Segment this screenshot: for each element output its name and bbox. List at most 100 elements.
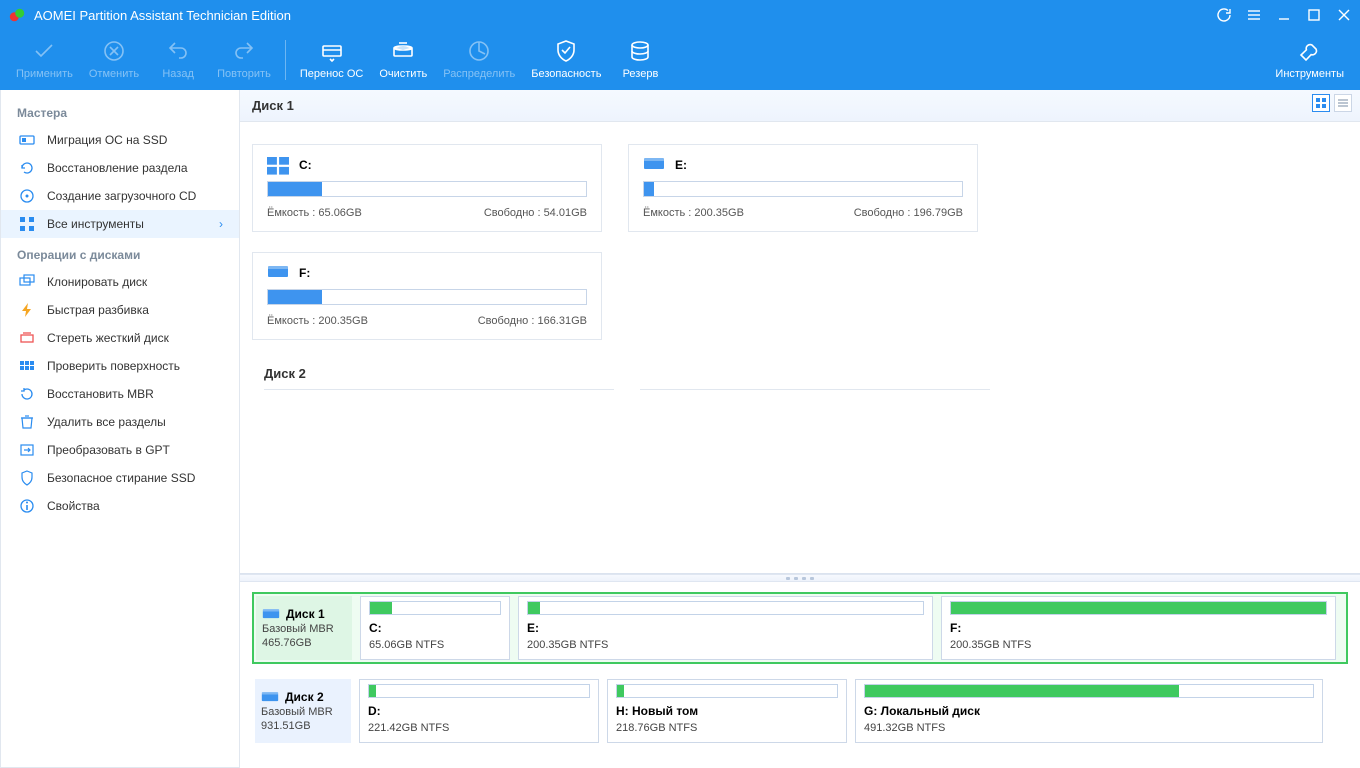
upper-pane: Диск 1 C: Ёмкость : 65.06GBСвободно : 54… <box>240 90 1360 574</box>
drive-icon <box>267 265 289 281</box>
redo-button[interactable]: Повторить <box>209 34 279 86</box>
partition-block[interactable]: E: 200.35GB NTFS <box>518 596 933 660</box>
titlebar: AOMEI Partition Assistant Technician Edi… <box>0 0 1360 30</box>
disk2-card-placeholder <box>640 389 990 391</box>
trash-icon <box>17 414 37 430</box>
disk-name: Диск 1 <box>286 607 325 621</box>
migrate-os-button[interactable]: Перенос ОС <box>292 34 372 86</box>
sidebar-item-migrate-ssd[interactable]: Миграция ОС на SSD <box>1 126 239 154</box>
disk-icon <box>261 691 279 703</box>
secure-erase-icon <box>17 470 37 486</box>
sidebar-item-wipe-disk[interactable]: Стереть жесткий диск <box>1 324 239 352</box>
security-button[interactable]: Безопасность <box>523 34 609 86</box>
sidebar-item-quick-partition[interactable]: Быстрая разбивка <box>1 296 239 324</box>
sidebar-item-rebuild-mbr[interactable]: Восстановить MBR <box>1 380 239 408</box>
toolbar-separator <box>285 40 286 80</box>
chevron-right-icon: › <box>219 217 223 231</box>
allocate-icon <box>466 38 492 64</box>
backup-button[interactable]: Резерв <box>609 34 671 86</box>
sidebar-item-all-tools[interactable]: Все инструменты › <box>1 210 239 238</box>
drive-letter: E: <box>675 158 687 172</box>
allocate-button[interactable]: Распределить <box>435 34 523 86</box>
splitter-handle[interactable] <box>240 574 1360 582</box>
sidebar-item-boot-cd[interactable]: Создание загрузочного CD <box>1 182 239 210</box>
convert-icon <box>17 442 37 458</box>
partition-usage-bar <box>527 601 924 615</box>
partition-label: G: Локальный диск <box>864 704 1314 718</box>
disk-size: 465.76GB <box>262 637 346 649</box>
partition-capacity: 200.35GB NTFS <box>950 639 1327 651</box>
sidebar-item-properties[interactable]: Свойства <box>1 492 239 520</box>
tile-view-toggle[interactable] <box>1312 94 1330 112</box>
wrench-icon <box>1297 38 1323 64</box>
close-icon[interactable] <box>1336 7 1352 23</box>
surface-icon <box>17 358 37 374</box>
maximize-icon[interactable] <box>1306 7 1322 23</box>
lightning-icon <box>17 302 37 318</box>
backup-icon <box>627 38 653 64</box>
wipe-icon <box>17 330 37 346</box>
partition-block[interactable]: D: 221.42GB NTFS <box>359 679 599 743</box>
menu-icon[interactable] <box>1246 7 1262 23</box>
disk-size: 931.51GB <box>261 720 345 732</box>
info-icon <box>17 498 37 514</box>
partition-capacity: 221.42GB NTFS <box>368 722 590 734</box>
partition-card[interactable]: F: Ёмкость : 200.35GB Свободно : 166.31GB <box>252 252 602 340</box>
drive-letter: F: <box>299 266 310 280</box>
usage-bar <box>267 181 587 197</box>
drive-letter: C: <box>299 158 312 172</box>
partition-capacity: 65.06GB NTFS <box>369 639 501 651</box>
partition-block[interactable]: C: 65.06GB NTFS <box>360 596 510 660</box>
redo-icon <box>231 38 257 64</box>
sidebar: Мастера Миграция ОС на SSD Восстановлени… <box>0 90 240 768</box>
partition-capacity: 218.76GB NTFS <box>616 722 838 734</box>
partition-label: D: <box>368 704 590 718</box>
partition-label: E: <box>527 621 924 635</box>
back-button[interactable]: Назад <box>147 34 209 86</box>
capacity-label: Ёмкость : 200.35GB <box>267 315 368 327</box>
clean-button[interactable]: Очистить <box>371 34 435 86</box>
disk-row[interactable]: Диск 2 Базовый MBR 931.51GB D: 221.42GB … <box>252 676 1348 746</box>
migrate-icon <box>319 38 345 64</box>
wizards-header: Мастера <box>1 96 239 126</box>
apply-button[interactable]: Применить <box>8 34 81 86</box>
partition-label: C: <box>369 621 501 635</box>
free-label: Свободно : 166.31GB <box>478 315 587 327</box>
app-logo-icon <box>8 6 26 24</box>
disk-row[interactable]: Диск 1 Базовый MBR 465.76GB C: 65.06GB N… <box>252 592 1348 664</box>
partition-block[interactable]: H: Новый том 218.76GB NTFS <box>607 679 847 743</box>
partition-capacity: 200.35GB NTFS <box>527 639 924 651</box>
sidebar-item-secure-erase-ssd[interactable]: Безопасное стирание SSD <box>1 464 239 492</box>
disk-label-block: Диск 1 Базовый MBR 465.76GB <box>256 596 352 660</box>
sidebar-item-surface-test[interactable]: Проверить поверхность <box>1 352 239 380</box>
cancel-button[interactable]: Отменить <box>81 34 147 86</box>
disk-type: Базовый MBR <box>262 623 346 635</box>
partition-block[interactable]: G: Локальный диск 491.32GB NTFS <box>855 679 1323 743</box>
refresh-icon[interactable] <box>1216 7 1232 23</box>
partition-card[interactable]: C: Ёмкость : 65.06GB Свободно : 54.01GB <box>252 144 602 232</box>
disk2-header: Диск 2 <box>252 360 1348 385</box>
disk-type: Базовый MBR <box>261 706 345 718</box>
partition-usage-bar <box>369 601 501 615</box>
undo-icon <box>165 38 191 64</box>
sidebar-item-recover-partition[interactable]: Восстановление раздела <box>1 154 239 182</box>
mbr-icon <box>17 386 37 402</box>
sidebar-item-convert-gpt[interactable]: Преобразовать в GPT <box>1 436 239 464</box>
sidebar-item-clone-disk[interactable]: Клонировать диск <box>1 268 239 296</box>
lower-pane: Диск 1 Базовый MBR 465.76GB C: 65.06GB N… <box>240 582 1360 768</box>
minimize-icon[interactable] <box>1276 7 1292 23</box>
free-label: Свободно : 196.79GB <box>854 207 963 219</box>
tools-button[interactable]: Инструменты <box>1267 34 1352 86</box>
capacity-label: Ёмкость : 65.06GB <box>267 207 362 219</box>
ssd-icon <box>17 132 37 148</box>
list-view-toggle[interactable] <box>1334 94 1352 112</box>
toolbar: Применить Отменить Назад Повторить Перен… <box>0 30 1360 90</box>
sidebar-item-delete-all[interactable]: Удалить все разделы <box>1 408 239 436</box>
partition-card[interactable]: E: Ёмкость : 200.35GBСвободно : 196.79GB <box>628 144 978 232</box>
disk2-card-placeholder <box>264 389 614 391</box>
partition-block[interactable]: F: 200.35GB NTFS <box>941 596 1336 660</box>
clone-icon <box>17 274 37 290</box>
free-label: Свободно : 54.01GB <box>484 207 587 219</box>
partition-usage-bar <box>616 684 838 698</box>
drive-icon <box>643 157 665 173</box>
